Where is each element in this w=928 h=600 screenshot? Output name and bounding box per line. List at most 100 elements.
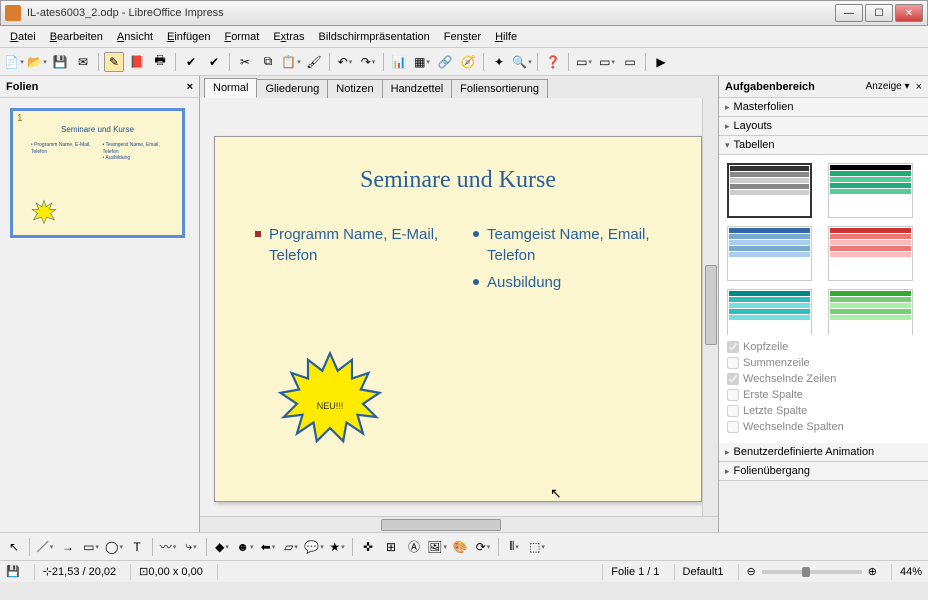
zoom-percent[interactable]: 44% bbox=[891, 564, 922, 580]
menu-bearbeiten[interactable]: Bearbeiten bbox=[44, 29, 109, 45]
zoom-slider[interactable]: ⊖⊕ bbox=[738, 564, 877, 580]
maximize-button[interactable]: ☐ bbox=[865, 4, 893, 22]
bullet-right-1[interactable]: Teamgeist Name, Email, Telefon bbox=[473, 224, 661, 266]
tab-gliederung[interactable]: Gliederung bbox=[256, 79, 328, 98]
table-icon[interactable]: ▦ bbox=[412, 52, 432, 72]
opt-letzte-spalte[interactable]: Letzte Spalte bbox=[727, 405, 920, 417]
text-icon[interactable]: T bbox=[127, 537, 147, 557]
table-style-2[interactable] bbox=[828, 163, 913, 218]
hyperlink-icon[interactable]: 🔗 bbox=[435, 52, 455, 72]
section-animation[interactable]: Benutzerdefinierte Animation bbox=[719, 443, 928, 462]
menu-ansicht[interactable]: Ansicht bbox=[111, 29, 159, 45]
curve-icon[interactable]: 〰 bbox=[158, 537, 178, 557]
slide-icon[interactable]: ▭ bbox=[574, 52, 594, 72]
zoom-icon[interactable]: 🔍 bbox=[512, 52, 532, 72]
task-panel-close-icon[interactable]: × bbox=[916, 81, 922, 93]
presentation-icon[interactable]: ▶ bbox=[651, 52, 671, 72]
points-icon[interactable]: ✜ bbox=[358, 537, 378, 557]
tab-notizen[interactable]: Notizen bbox=[327, 79, 382, 98]
vertical-scrollbar[interactable] bbox=[702, 98, 718, 516]
table-style-6[interactable] bbox=[828, 289, 913, 335]
callouts-icon[interactable]: 💬 bbox=[304, 537, 324, 557]
cut-icon[interactable]: ✂ bbox=[235, 52, 255, 72]
autospell-icon[interactable]: ✔ bbox=[204, 52, 224, 72]
table-style-4[interactable] bbox=[828, 226, 913, 281]
menu-hilfe[interactable]: Hilfe bbox=[489, 29, 523, 45]
tab-foliensortierung[interactable]: Foliensortierung bbox=[451, 79, 548, 98]
opt-erste-spalte[interactable]: Erste Spalte bbox=[727, 389, 920, 401]
line-icon[interactable]: ／ bbox=[35, 537, 55, 557]
arrange-icon[interactable]: ⬚ bbox=[527, 537, 547, 557]
bullet-right-2[interactable]: Ausbildung bbox=[473, 272, 661, 293]
slide-editor[interactable]: Seminare und Kurse Programm Name, E-Mail… bbox=[214, 136, 702, 502]
chart-icon[interactable]: 📊 bbox=[389, 52, 409, 72]
pdf-icon[interactable]: 📕 bbox=[127, 52, 147, 72]
arrow-icon[interactable]: → bbox=[58, 537, 78, 557]
print-icon[interactable]: 🖶 bbox=[150, 52, 170, 72]
brush-icon[interactable]: 🖌 bbox=[304, 52, 324, 72]
close-button[interactable]: ✕ bbox=[895, 4, 923, 22]
task-panel: Aufgabenbereich Anzeige × Masterfolien L… bbox=[718, 76, 928, 532]
tab-handzettel[interactable]: Handzettel bbox=[382, 79, 453, 98]
bullet-left-1[interactable]: Programm Name, E-Mail, Telefon bbox=[255, 224, 443, 266]
stars-icon[interactable]: ★ bbox=[327, 537, 347, 557]
menu-extras[interactable]: Extras bbox=[267, 29, 310, 45]
menu-bildschirm[interactable]: Bildschirmpräsentation bbox=[313, 29, 436, 45]
new-icon[interactable]: 📄 bbox=[4, 52, 24, 72]
horizontal-scrollbar[interactable] bbox=[200, 516, 718, 532]
opt-kopfzeile[interactable]: Kopfzeile bbox=[727, 341, 920, 353]
edit-icon[interactable]: ✎ bbox=[104, 52, 124, 72]
opt-summenzeile[interactable]: Summenzeile bbox=[727, 357, 920, 369]
flowchart-icon[interactable]: ▱ bbox=[281, 537, 301, 557]
section-layouts[interactable]: Layouts bbox=[719, 117, 928, 136]
opt-wechselnde-spalten[interactable]: Wechselnde Spalten bbox=[727, 421, 920, 433]
section-tabellen[interactable]: Tabellen bbox=[719, 136, 928, 155]
email-icon[interactable]: ✉ bbox=[73, 52, 93, 72]
design-icon[interactable]: ▭ bbox=[597, 52, 617, 72]
pointer-icon[interactable]: ↖ bbox=[4, 537, 24, 557]
slides-panel-title: Folien bbox=[6, 81, 38, 93]
menu-einfuegen[interactable]: Einfügen bbox=[161, 29, 216, 45]
copy-icon[interactable]: ⧉ bbox=[258, 52, 278, 72]
ellipse-icon[interactable]: ◯ bbox=[104, 537, 124, 557]
redo-icon[interactable]: ↷ bbox=[358, 52, 378, 72]
symbol-shapes-icon[interactable]: ☻ bbox=[235, 537, 255, 557]
view-dropdown[interactable]: Anzeige bbox=[866, 81, 910, 92]
glue-icon[interactable]: ⊞ bbox=[381, 537, 401, 557]
star-shape[interactable]: NEU!!! bbox=[275, 351, 385, 461]
paste-icon[interactable]: 📋 bbox=[281, 52, 301, 72]
opt-wechselnde-zeilen[interactable]: Wechselnde Zeilen bbox=[727, 373, 920, 385]
basic-shapes-icon[interactable]: ◆ bbox=[212, 537, 232, 557]
table-style-3[interactable] bbox=[727, 226, 812, 281]
save-icon[interactable]: 💾 bbox=[50, 52, 70, 72]
rect-icon[interactable]: ▭ bbox=[81, 537, 101, 557]
tab-normal[interactable]: Normal bbox=[204, 78, 257, 98]
undo-icon[interactable]: ↶ bbox=[335, 52, 355, 72]
minimize-button[interactable]: — bbox=[835, 4, 863, 22]
section-masterfolien[interactable]: Masterfolien bbox=[719, 98, 928, 117]
slide-canvas[interactable]: Seminare und Kurse Programm Name, E-Mail… bbox=[200, 98, 718, 516]
table-style-1[interactable] bbox=[727, 163, 812, 218]
gallery-icon[interactable]: 🎨 bbox=[450, 537, 470, 557]
section-transition[interactable]: Folienübergang bbox=[719, 462, 928, 481]
layout-icon[interactable]: ▭ bbox=[620, 52, 640, 72]
from-file-icon[interactable]: 🖼 bbox=[427, 537, 447, 557]
open-icon[interactable]: 📂 bbox=[27, 52, 47, 72]
block-arrows-icon[interactable]: ⬅ bbox=[258, 537, 278, 557]
menu-datei[interactable]: Datei bbox=[4, 29, 42, 45]
rotate-icon[interactable]: ⟳ bbox=[473, 537, 493, 557]
star-icon[interactable]: ✦ bbox=[489, 52, 509, 72]
menu-format[interactable]: Format bbox=[218, 29, 265, 45]
align-icon[interactable]: ⫴ bbox=[504, 537, 524, 557]
help-icon[interactable]: ❓ bbox=[543, 52, 563, 72]
task-panel-title: Aufgabenbereich bbox=[725, 81, 815, 93]
table-style-5[interactable] bbox=[727, 289, 812, 335]
slide-title[interactable]: Seminare und Kurse bbox=[215, 167, 701, 194]
slides-panel-close-icon[interactable]: × bbox=[187, 81, 193, 93]
spellcheck-icon[interactable]: ✔ bbox=[181, 52, 201, 72]
navigator-icon[interactable]: 🧭 bbox=[458, 52, 478, 72]
slide-thumbnail-1[interactable]: 1 Seminare und Kurse • Programm Name, E-… bbox=[10, 108, 185, 238]
menu-fenster[interactable]: Fenster bbox=[438, 29, 487, 45]
connector-icon[interactable]: ⤷ bbox=[181, 537, 201, 557]
fontwork-icon[interactable]: Ⓐ bbox=[404, 537, 424, 557]
